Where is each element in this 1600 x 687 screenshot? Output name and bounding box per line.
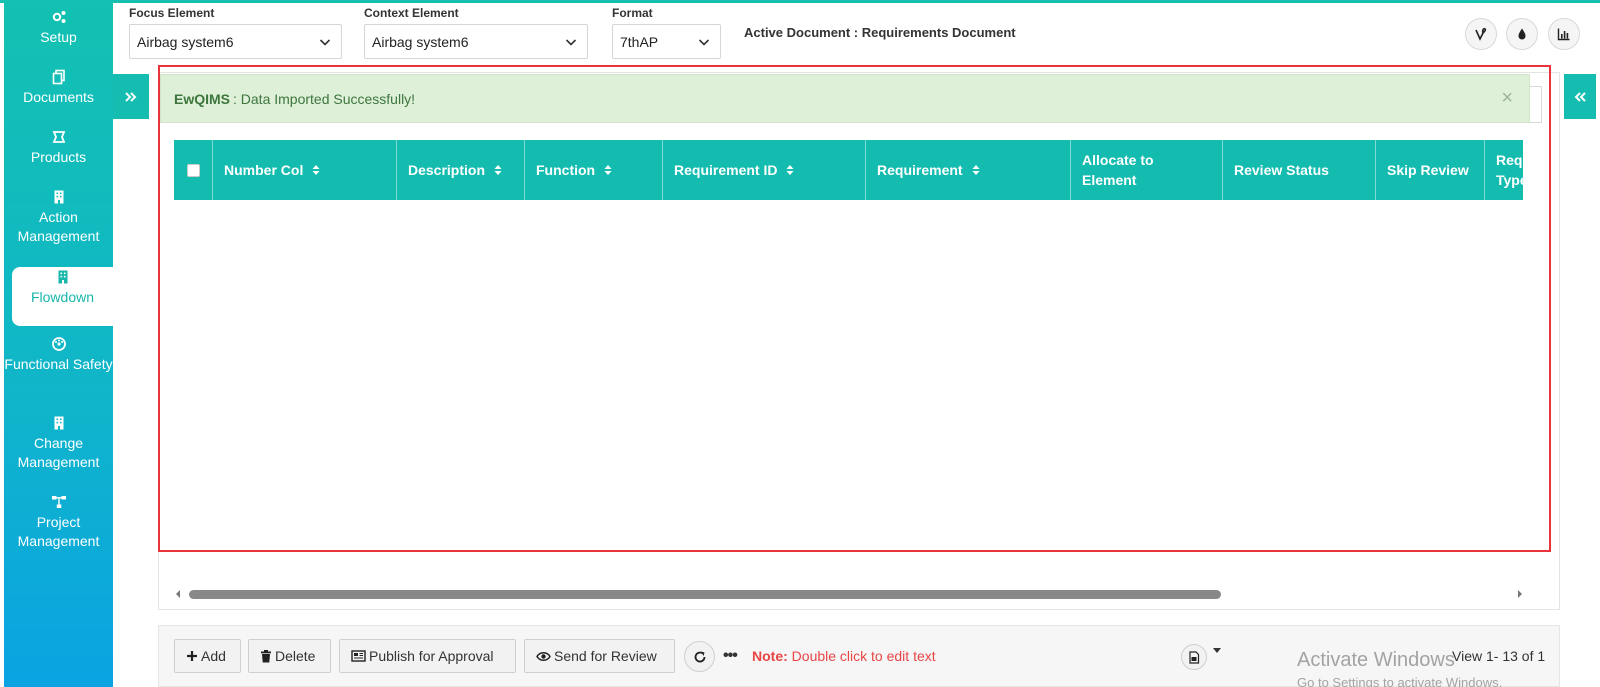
trash-icon xyxy=(261,649,271,662)
vine-icon xyxy=(1475,27,1487,41)
vine-button[interactable] xyxy=(1465,18,1497,50)
format-value: 7thAP xyxy=(620,34,659,50)
sidebar-item-label: Documents xyxy=(23,89,94,105)
refresh-icon xyxy=(694,651,705,662)
eye-icon xyxy=(536,651,551,661)
sidebar-item-change-management[interactable]: Change Management xyxy=(4,415,113,472)
note-label: Note: xyxy=(752,648,788,664)
sidebar-item-label: Project Management xyxy=(17,514,100,549)
sidebar-item-label: Action Management xyxy=(17,209,100,244)
dashboard-icon xyxy=(51,337,66,351)
scroll-left-icon[interactable] xyxy=(174,589,182,599)
focus-element-value: Airbag system6 xyxy=(137,34,234,50)
edit-note: Note: Double click to edit text xyxy=(752,648,936,664)
chevron-down-icon xyxy=(319,39,331,46)
sidebar-item-setup[interactable]: Setup xyxy=(4,9,113,47)
chart-icon xyxy=(1557,28,1570,41)
activate-windows-title: Activate Windows xyxy=(1297,649,1455,671)
scroll-right-icon[interactable] xyxy=(1516,589,1524,599)
sidebar-item-action-management[interactable]: Action Management xyxy=(4,189,113,246)
sitemap-icon xyxy=(51,496,66,508)
collapse-right-button[interactable] xyxy=(1564,74,1596,119)
add-button-label: Add xyxy=(201,648,226,664)
chart-button[interactable] xyxy=(1548,18,1580,50)
expand-left-button[interactable] xyxy=(113,74,149,119)
send-review-button-label: Send for Review xyxy=(554,648,657,664)
highlight-frame xyxy=(158,65,1551,552)
delete-button-label: Delete xyxy=(275,648,316,664)
note-text: Double click to edit text xyxy=(791,648,936,664)
refresh-button[interactable] xyxy=(684,641,715,672)
sidebar-item-products[interactable]: Products xyxy=(4,129,113,167)
publish-button-label: Publish for Approval xyxy=(369,648,494,664)
top-accent-bar xyxy=(0,0,1600,3)
sidebar-item-label: Change Management xyxy=(17,435,100,470)
double-chevron-right-icon xyxy=(125,91,137,102)
sidebar: Setup Documents Products Action Manageme… xyxy=(4,0,113,687)
horizontal-scrollbar[interactable] xyxy=(174,587,1524,601)
chevron-down-icon xyxy=(698,39,710,46)
active-document-label: Active Document : Requirements Document xyxy=(744,25,1016,40)
copy-icon xyxy=(52,69,65,85)
format-label: Format xyxy=(612,6,653,20)
publish-for-approval-button[interactable]: Publish for Approval xyxy=(339,639,516,673)
product-icon xyxy=(52,131,65,143)
drop-icon xyxy=(1518,28,1526,40)
double-chevron-left-icon xyxy=(1574,91,1586,102)
sidebar-item-functional-safety[interactable]: Functional Safety xyxy=(4,336,113,374)
export-dropdown-caret-icon[interactable] xyxy=(1213,648,1221,653)
activate-windows-subtitle: Go to Settings to activate Windows. xyxy=(1297,675,1503,687)
context-element-select[interactable]: Airbag system6 xyxy=(364,24,588,59)
pagination-view-count: View 1- 13 of 1 xyxy=(1452,648,1546,664)
file-export-icon xyxy=(1189,650,1200,664)
export-button[interactable] xyxy=(1181,644,1207,670)
chevron-down-icon xyxy=(565,39,577,46)
plus-icon xyxy=(187,651,197,661)
more-options-icon[interactable]: ••• xyxy=(723,647,738,665)
context-element-label: Context Element xyxy=(364,6,459,20)
focus-element-label: Focus Element xyxy=(129,6,215,20)
sidebar-item-flowdown[interactable]: Flowdown xyxy=(12,267,113,326)
building-icon xyxy=(54,190,63,204)
focus-element-select[interactable]: Airbag system6 xyxy=(129,24,342,59)
sidebar-item-label: Functional Safety xyxy=(4,356,113,372)
scrollbar-thumb[interactable] xyxy=(189,590,1221,599)
building-icon xyxy=(54,416,63,430)
send-for-review-button[interactable]: Send for Review xyxy=(524,639,675,673)
sidebar-item-project-management[interactable]: Project Management xyxy=(4,494,113,551)
building-icon xyxy=(58,270,67,284)
delete-button[interactable]: Delete xyxy=(248,639,331,673)
sidebar-item-label: Flowdown xyxy=(30,289,95,305)
add-button[interactable]: Add xyxy=(174,639,241,673)
gears-icon xyxy=(52,11,65,23)
sidebar-item-documents[interactable]: Documents xyxy=(4,69,113,107)
color-drop-button[interactable] xyxy=(1506,18,1538,50)
newspaper-icon xyxy=(351,650,366,662)
format-select[interactable]: 7thAP xyxy=(612,24,721,59)
sidebar-item-label: Products xyxy=(30,149,87,165)
context-element-value: Airbag system6 xyxy=(372,34,469,50)
sidebar-item-label: Setup xyxy=(40,29,77,45)
